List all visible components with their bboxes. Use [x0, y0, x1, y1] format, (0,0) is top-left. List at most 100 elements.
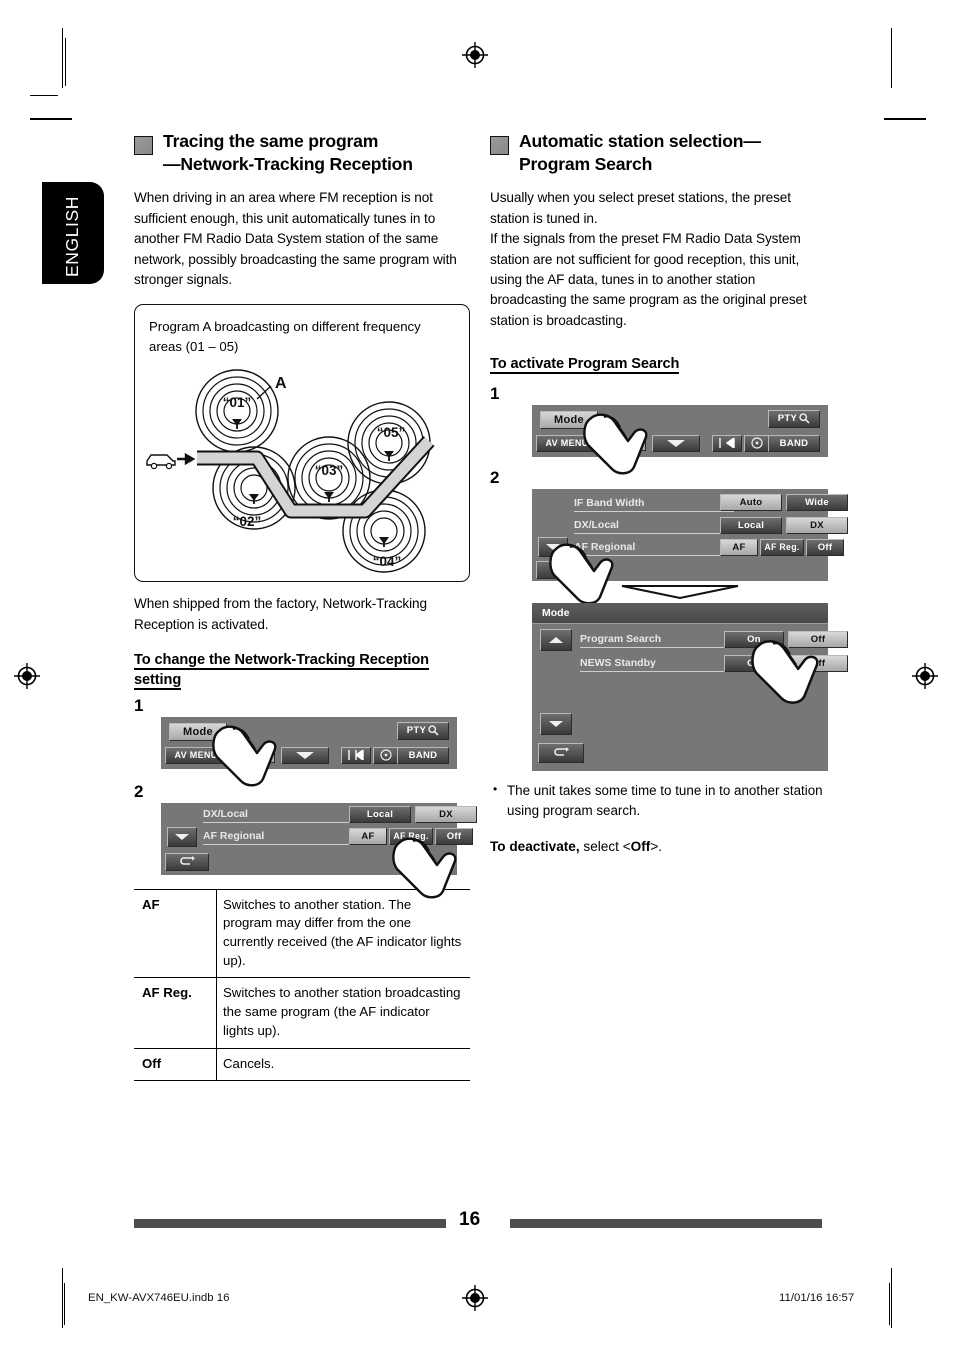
- svg-text:“01”: “01”: [223, 395, 252, 410]
- news-standby-off[interactable]: Off: [788, 654, 848, 672]
- right-screen-settings: IF Band Width Auto Wide DX/Local Local D…: [532, 488, 848, 605]
- program-search-on[interactable]: On: [724, 630, 784, 648]
- mode-button[interactable]: Mode: [169, 722, 227, 741]
- option-af[interactable]: AF: [349, 827, 387, 845]
- band-button-2[interactable]: BAND: [768, 434, 820, 452]
- footer-timestamp: 11/01/16 16:57: [779, 1292, 855, 1304]
- deactivate-rest: select <: [579, 839, 631, 855]
- program-search-off[interactable]: Off: [788, 630, 848, 648]
- crop-mark-br-v: [891, 1268, 893, 1328]
- option-off[interactable]: Off: [435, 827, 473, 845]
- left-subheading-wrap: To change the Network-Tracking Reception…: [134, 651, 470, 690]
- prev-track-icon-2[interactable]: [712, 434, 742, 452]
- prev-track-icon[interactable]: [341, 746, 371, 764]
- language-tab: ENGLISH: [42, 182, 104, 284]
- option-af-reg-2[interactable]: AF Reg.: [760, 538, 804, 556]
- footer-divider-left: [64, 1283, 66, 1325]
- footer-divider-right: [889, 1283, 891, 1325]
- right-intro-p2: If the signals from the preset FM Radio …: [490, 231, 807, 328]
- preset-button-2[interactable]: P: [632, 434, 646, 451]
- scroll-down-icon-2[interactable]: [538, 536, 568, 557]
- af-options-table: AF Switches to another station. The prog…: [134, 888, 470, 1082]
- scroll-up-icon[interactable]: [540, 628, 572, 651]
- svg-text:“05”: “05”: [377, 425, 406, 440]
- row-label-af-regional: AF Regional: [203, 830, 363, 845]
- bullet-square-icon: [134, 136, 153, 155]
- car-icon: [146, 454, 176, 470]
- return-icon-2[interactable]: [536, 560, 580, 579]
- row-label-dx-local: DX/Local: [203, 808, 363, 823]
- return-icon-3[interactable]: [538, 742, 584, 763]
- option-auto[interactable]: Auto: [720, 493, 782, 511]
- return-icon[interactable]: [165, 852, 209, 871]
- left-heading-line2: —Network-Tracking Reception: [163, 154, 413, 175]
- disc-icon-2[interactable]: [744, 434, 770, 452]
- scroll-down-icon-3[interactable]: [540, 712, 572, 735]
- preset-button[interactable]: P: [261, 746, 275, 763]
- disc-icon[interactable]: [373, 746, 399, 764]
- av-menu-button[interactable]: AV MENU: [165, 746, 227, 764]
- table-key-off: Off: [134, 1048, 217, 1082]
- right-step-2-number: 2: [490, 467, 500, 487]
- pty-button-2[interactable]: PTY: [768, 409, 820, 428]
- scroll-down-icon[interactable]: [167, 826, 197, 847]
- left-section-heading: Tracing the same program —Network-Tracki…: [134, 130, 470, 176]
- crop-mark-tl-h2: [30, 118, 72, 120]
- footer-rule-right: [510, 1219, 822, 1228]
- table-key-af: AF: [134, 888, 217, 979]
- mode-button-2[interactable]: Mode: [540, 410, 598, 429]
- band-button[interactable]: BAND: [397, 746, 449, 764]
- registration-mark-left: [14, 663, 40, 689]
- flow-chevron-icon: [532, 584, 828, 600]
- deactivate-bold: To deactivate,: [490, 839, 580, 855]
- crop-mark-tl-h: [30, 95, 58, 97]
- left-heading-line1: Tracing the same program: [163, 131, 379, 151]
- left-screen-mode-bar: Mode AV MENU P PTY BAND: [161, 716, 457, 786]
- diagram-illustration: A “01” “02” “03” “04” “05”: [146, 369, 435, 574]
- option-local[interactable]: Local: [349, 805, 411, 823]
- left-after-diagram-paragraph: When shipped from the factory, Network-T…: [134, 596, 427, 632]
- table-row: AF Reg. Switches to another station broa…: [134, 977, 470, 1049]
- row-label-if-band-width: IF Band Width: [574, 497, 734, 512]
- row-label-dx-local-2: DX/Local: [574, 519, 734, 534]
- news-standby-on[interactable]: On: [724, 654, 784, 672]
- crop-mark-tl-v: [62, 28, 64, 88]
- option-local-2[interactable]: Local: [720, 516, 782, 534]
- svg-text:A: A: [275, 375, 287, 392]
- footer-filename: EN_KW-AVX746EU.indb 16: [88, 1292, 230, 1304]
- table-row: AF Switches to another station. The prog…: [134, 888, 470, 979]
- footer-rule-left: [134, 1219, 446, 1228]
- table-key-af-reg: AF Reg.: [134, 977, 217, 1049]
- table-desc-af: Switches to another station. The program…: [216, 888, 470, 979]
- option-wide[interactable]: Wide: [786, 493, 848, 511]
- pty-label-2: PTY: [777, 413, 798, 425]
- option-af-reg[interactable]: AF Reg.: [389, 827, 433, 845]
- option-af-2[interactable]: AF: [720, 538, 758, 556]
- option-dx[interactable]: DX: [415, 805, 477, 823]
- option-off-2[interactable]: Off: [806, 538, 844, 556]
- down-arrow-icon-2[interactable]: [652, 434, 700, 452]
- deactivate-end: >.: [650, 839, 663, 855]
- pty-button[interactable]: PTY: [397, 721, 449, 740]
- right-screen-mode-settings: Mode Program Search On Off NEWS Standby …: [532, 602, 848, 771]
- registration-mark-right: [912, 663, 938, 689]
- right-heading-line1: Automatic station selection—: [519, 131, 761, 151]
- note-item: The unit takes some time to tune in to a…: [490, 780, 826, 821]
- av-menu-button-2[interactable]: AV MENU: [536, 434, 598, 452]
- registration-mark-top: [462, 42, 488, 68]
- right-column: Automatic station selection— Program Sea…: [490, 130, 848, 855]
- right-section-heading: Automatic station selection— Program Sea…: [490, 130, 826, 176]
- down-arrow-icon[interactable]: [281, 746, 329, 764]
- left-intro-paragraph: When driving in an area where FM recepti…: [134, 190, 457, 287]
- deactivate-off: Off: [630, 839, 651, 855]
- right-heading-text: Automatic station selection— Program Sea…: [519, 130, 761, 176]
- svg-text:“03”: “03”: [315, 463, 344, 478]
- row-label-program-search: Program Search: [580, 633, 730, 648]
- right-intro-p1: Usually when you select preset stations,…: [490, 190, 791, 226]
- table-desc-off: Cancels.: [216, 1048, 470, 1082]
- crop-mark-tl-inner: [65, 38, 67, 86]
- right-step-1-number: 1: [490, 383, 500, 403]
- left-step-2-number: 2: [134, 781, 144, 801]
- option-dx-2[interactable]: DX: [786, 516, 848, 534]
- right-screen-mode-bar: Mode AV MENU P PTY BAND: [532, 404, 828, 475]
